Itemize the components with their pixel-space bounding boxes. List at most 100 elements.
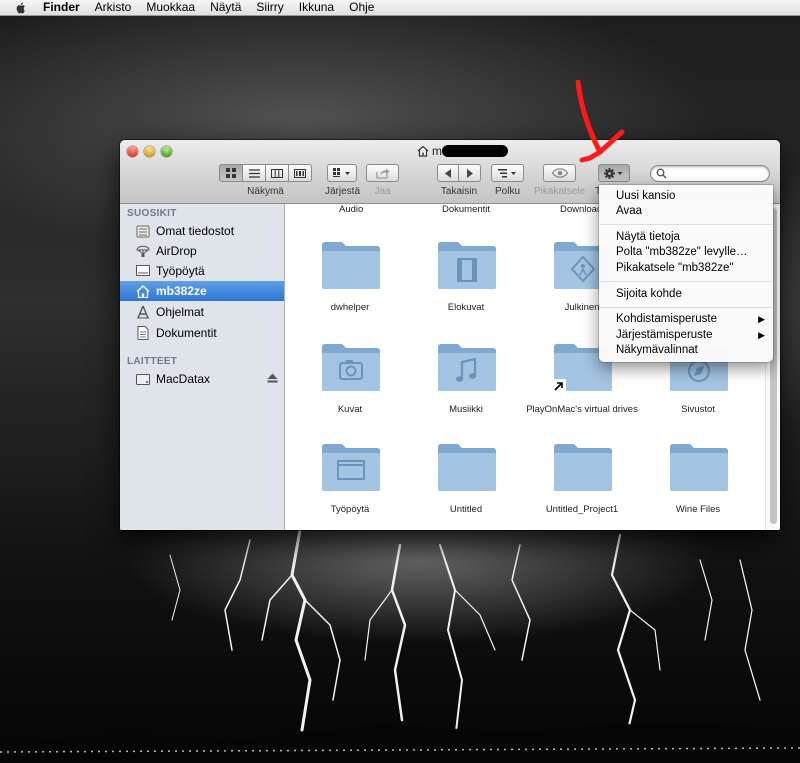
icon-view-button[interactable] (219, 164, 243, 182)
desktop-icon (136, 264, 150, 278)
coverflow-view-button[interactable] (289, 164, 312, 182)
menu-separator (600, 224, 772, 225)
sidebar-item-mb382ze[interactable]: mb382ze (120, 281, 284, 301)
menu-separator (600, 281, 772, 282)
folder-icon (322, 242, 380, 289)
path-button[interactable] (491, 164, 524, 182)
search-field[interactable] (650, 165, 770, 182)
pictures-folder-icon (322, 344, 380, 391)
menu-arkisto[interactable]: Arkisto (95, 0, 132, 15)
back-button[interactable] (437, 164, 459, 182)
home-icon (417, 145, 429, 157)
menu-item-label: Järjestämisperuste (616, 329, 713, 341)
quicklook-label: Pikakatsele (533, 186, 586, 197)
arrange-label: Järjestä (324, 186, 360, 197)
menu-item-pikakatsele[interactable]: Pikakatsele "mb382ze" (599, 261, 773, 276)
sidebar-item-macdatax[interactable]: MacDatax (120, 369, 284, 389)
menu-item-kohdistamisperuste[interactable]: Kohdistamisperuste ▶ (599, 312, 773, 327)
menu-item-polta-levylle[interactable]: Polta "mb382ze" levylle… (599, 245, 773, 260)
folder-item-elokuvat[interactable]: Elokuvat (408, 234, 524, 316)
documents-stack-icon (136, 224, 150, 238)
partial-item-label-dokumentit[interactable]: Dokumentit (442, 204, 490, 215)
folder-icon (670, 444, 728, 491)
forward-button[interactable] (459, 164, 481, 182)
sidebar-item-label: MacDatax (156, 372, 211, 386)
menu-ikkuna[interactable]: Ikkuna (299, 0, 334, 15)
folder-item-untitled-project1[interactable]: Untitled_Project1 (524, 436, 640, 518)
music-folder-icon (438, 344, 496, 391)
menu-siirry[interactable]: Siirry (256, 0, 283, 15)
minimize-button[interactable] (144, 146, 155, 157)
eject-icon[interactable] (267, 373, 278, 383)
menu-muokkaa[interactable]: Muokkaa (146, 0, 195, 15)
arrange-icon (333, 168, 350, 177)
menu-item-sijoita-kohde[interactable]: Sijoita kohde (599, 287, 773, 302)
list-view-icon (248, 168, 260, 178)
path-icon (497, 169, 516, 178)
path-label: Polku (494, 186, 520, 197)
view-segmented-control (219, 164, 312, 183)
sidebar-item-label: Ohjelmat (156, 305, 205, 319)
menu-item-nayta-tietoja[interactable]: Näytä tietoja (599, 230, 773, 245)
menu-item-jarjestamisperuste[interactable]: Järjestämisperuste ▶ (599, 328, 773, 343)
column-view-button[interactable] (266, 164, 289, 182)
share-icon (375, 168, 389, 179)
sidebar-item-label: Dokumentit (156, 326, 217, 340)
sidebar-item-dokumentit[interactable]: Dokumentit (120, 323, 284, 343)
sidebar: SUOSIKIT Omat tiedostot AirDrop Työpöytä… (120, 204, 285, 530)
column-view-icon (271, 168, 283, 178)
menu-item-nakymavalinnat[interactable]: Näkymävalinnat (599, 343, 773, 358)
coverflow-view-icon (294, 168, 306, 178)
view-label: Näkymä (247, 186, 284, 197)
hard-drive-icon (136, 372, 150, 386)
sidebar-item-tyopoyta[interactable]: Työpöytä (120, 261, 284, 281)
apple-menu-icon[interactable] (13, 1, 29, 15)
movies-folder-icon (438, 242, 496, 289)
folder-item-musiikki[interactable]: Musiikki (408, 336, 524, 418)
action-menu: Uusi kansio Avaa Näytä tietoja Polta "mb… (599, 185, 773, 362)
sidebar-item-label: mb382ze (156, 284, 207, 298)
menu-item-label: Kohdistamisperuste (616, 313, 717, 325)
menu-separator (600, 307, 772, 308)
sidebar-item-label: Työpöytä (156, 264, 205, 278)
share-button[interactable] (366, 164, 399, 182)
document-icon (136, 326, 150, 340)
back-arrow-icon (445, 168, 451, 178)
close-button[interactable] (127, 146, 138, 157)
sidebar-item-omat-tiedostot[interactable]: Omat tiedostot (120, 221, 284, 241)
share-label: Jaa (374, 186, 391, 197)
partial-item-label-audio[interactable]: Audio (339, 204, 363, 215)
sidebar-item-label: AirDrop (156, 244, 197, 258)
path-control (491, 164, 524, 183)
redacted-username (442, 145, 508, 157)
folder-item-tyopoyta[interactable]: Työpöytä (292, 436, 408, 518)
sidebar-item-label: Omat tiedostot (156, 224, 235, 238)
arrange-button[interactable] (327, 164, 357, 182)
folder-item-wine-files[interactable]: Wine Files (640, 436, 756, 518)
icon-view-icon (226, 168, 236, 178)
menu-item-uusi-kansio[interactable]: Uusi kansio (599, 189, 773, 204)
back-label: Takaisin (440, 186, 478, 197)
applications-icon (136, 305, 150, 319)
menu-nayta[interactable]: Näytä (210, 0, 241, 15)
forward-arrow-icon (466, 168, 473, 178)
airdrop-icon (136, 244, 150, 258)
zoom-button[interactable] (161, 146, 172, 157)
folder-item-dwhelper[interactable]: dwhelper (292, 234, 408, 316)
sidebar-favorites-header: SUOSIKIT (127, 208, 177, 219)
list-view-button[interactable] (243, 164, 266, 182)
sidebar-item-ohjelmat[interactable]: Ohjelmat (120, 302, 284, 322)
desktop-folder-icon (322, 444, 380, 491)
menu-finder[interactable]: Finder (43, 0, 80, 15)
red-annotation-arrow (575, 80, 625, 163)
submenu-arrow-icon: ▶ (758, 330, 765, 340)
sidebar-devices-header: LAITTEET (127, 356, 178, 367)
folder-item-kuvat[interactable]: Kuvat (292, 336, 408, 418)
folder-item-untitled[interactable]: Untitled (408, 436, 524, 518)
partial-item-label-download[interactable]: Download (560, 204, 602, 215)
sidebar-item-airdrop[interactable]: AirDrop (120, 241, 284, 261)
menu-item-avaa[interactable]: Avaa (599, 204, 773, 219)
menu-ohje[interactable]: Ohje (349, 0, 374, 15)
menu-bar: Finder Arkisto Muokkaa Näytä Siirry Ikku… (0, 0, 800, 16)
window-title-text: m (432, 144, 442, 158)
